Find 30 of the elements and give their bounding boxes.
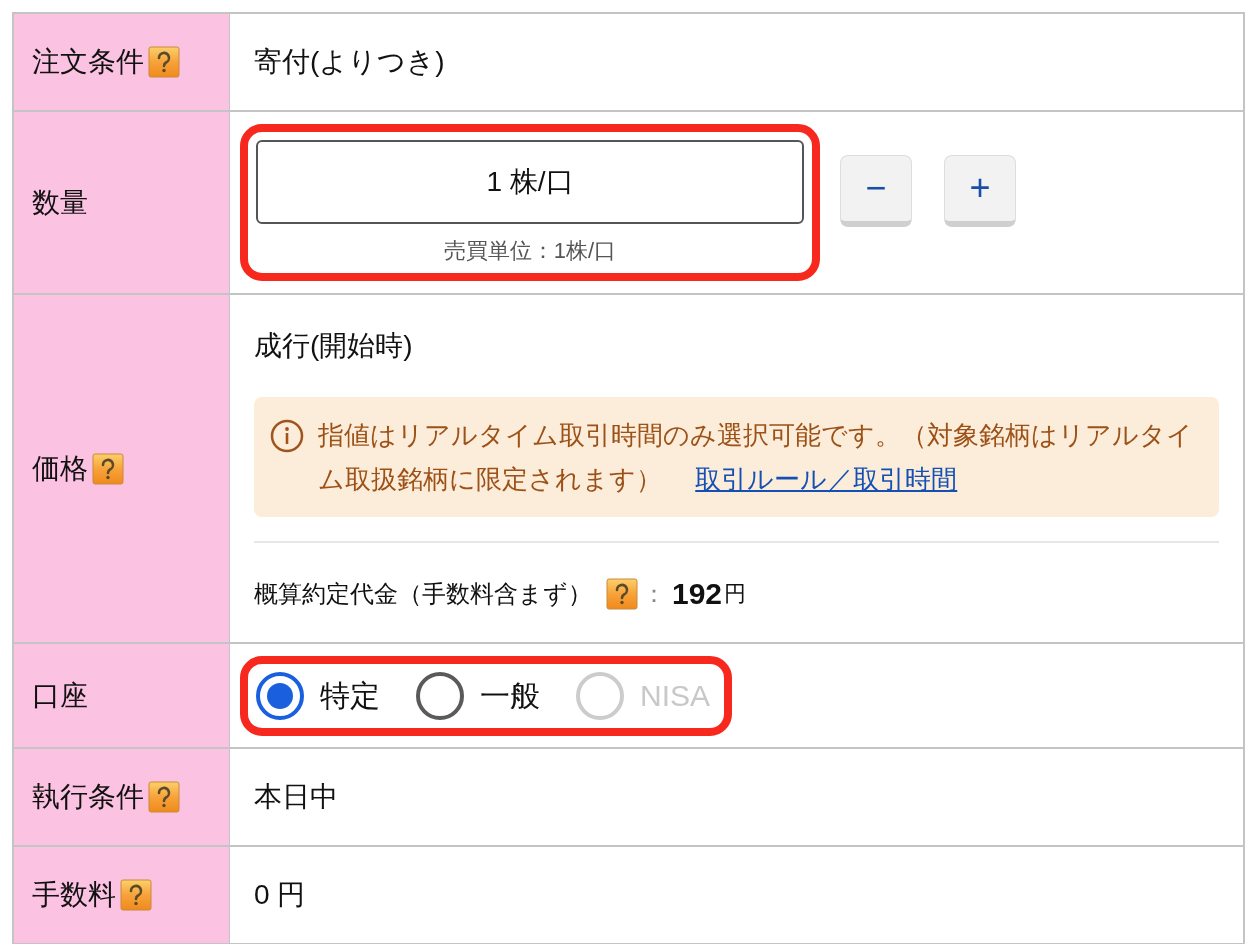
radio-button[interactable]: [416, 671, 464, 720]
radio-label: 一般: [480, 678, 540, 714]
row-label: 手数料: [32, 878, 116, 912]
row-label: 価格: [32, 451, 88, 486]
help-icon[interactable]: [148, 781, 180, 813]
row-label: 口座: [32, 678, 88, 713]
estimate-value: 192: [672, 576, 723, 612]
cell-value: 本日中: [254, 780, 338, 814]
row-label: 数量: [32, 185, 88, 220]
estimate-label: 概算約定代金（手数料含まず）: [254, 578, 592, 609]
cell-value: 0 円: [254, 878, 306, 912]
cell-value: 寄付(よりつき): [254, 45, 445, 79]
help-icon[interactable]: [606, 577, 638, 610]
row-label: 執行条件: [32, 780, 144, 814]
cell-value: 成行(開始時): [254, 329, 414, 363]
row-label: 注文条件: [32, 45, 144, 79]
unit-note: 売買単位：1株/口: [443, 237, 617, 265]
info-icon: [270, 419, 304, 453]
radio-label: 特定: [320, 678, 380, 714]
quantity-field[interactable]: 1 株/口: [256, 140, 804, 224]
help-icon[interactable]: [92, 452, 124, 485]
rules-link[interactable]: 取引ルール／取引時間: [695, 464, 958, 494]
increment-button[interactable]: +: [944, 154, 1016, 227]
help-icon[interactable]: [148, 46, 180, 78]
notice-text: 指値はリアルタイム取引時間のみ選択可能です。（対象銘柄はリアルタイム取扱銘柄に限定されます） 取引ルール／取引時間: [318, 419, 1194, 496]
estimate-separator: ：: [642, 578, 666, 609]
decrement-button[interactable]: −: [840, 154, 912, 227]
radio-button[interactable]: [256, 671, 304, 720]
estimate-unit: 円: [724, 580, 747, 608]
help-icon[interactable]: [120, 879, 152, 911]
